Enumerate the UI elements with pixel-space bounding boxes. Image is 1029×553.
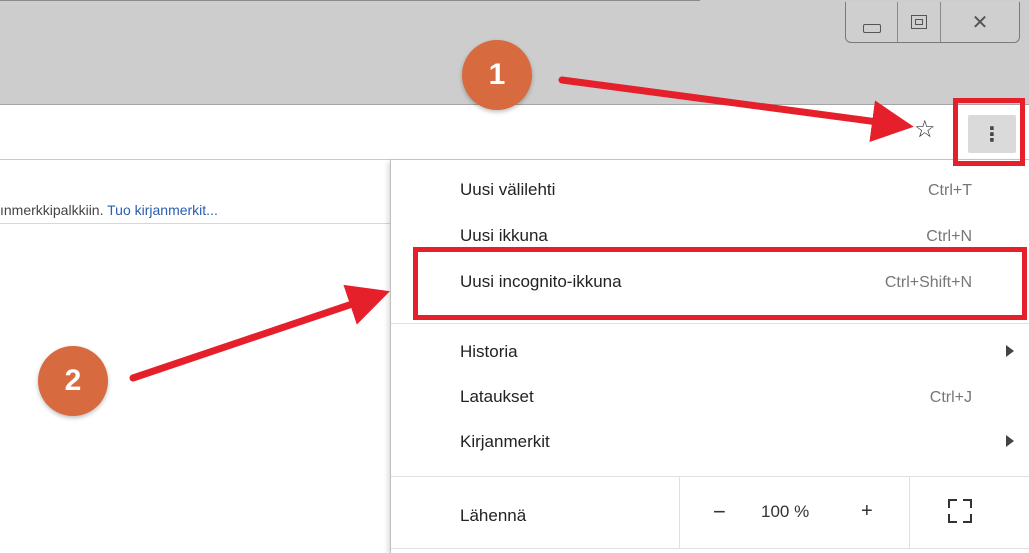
step-2-callout: 2	[38, 346, 108, 416]
step-number: 1	[488, 58, 506, 91]
step-1-callout: 1	[462, 40, 532, 110]
arrow-to-incognito-item	[129, 284, 390, 382]
arrow-to-menu-button	[558, 76, 914, 143]
step-number: 2	[64, 364, 82, 397]
